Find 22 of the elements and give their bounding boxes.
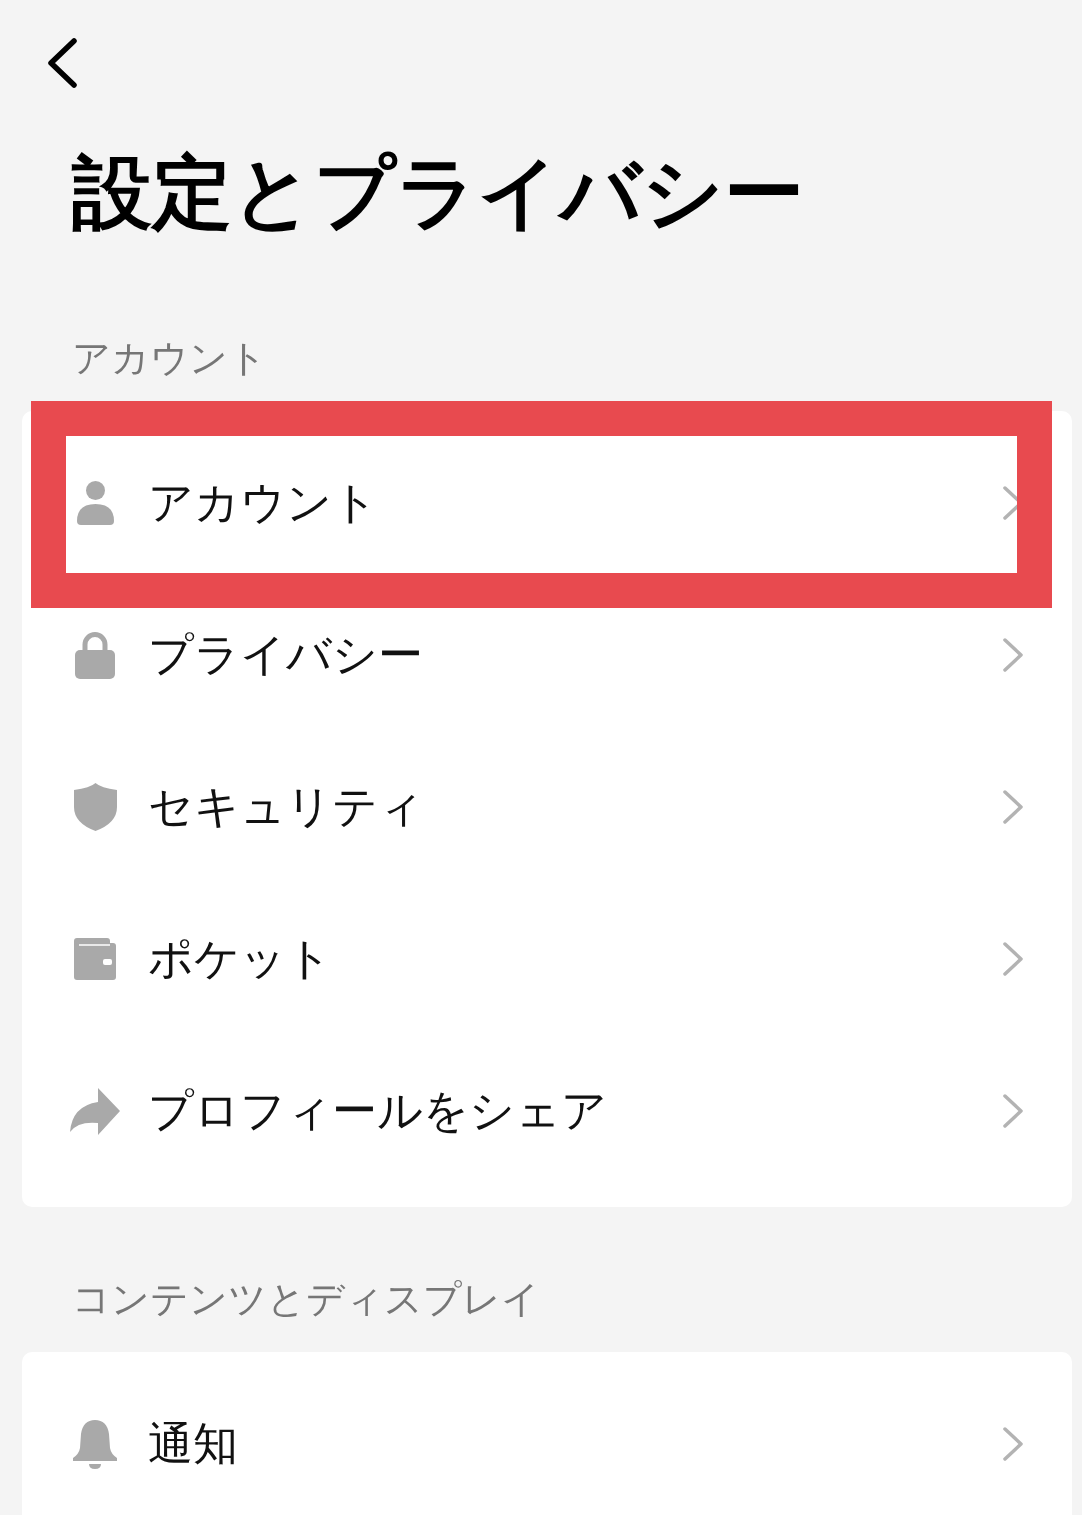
page-title: 設定とプライバシー	[72, 145, 804, 241]
menu-item[interactable]: アカウント	[22, 427, 1072, 579]
menu-item[interactable]: 通知	[22, 1368, 1072, 1515]
chevron-right-icon	[1003, 1094, 1023, 1128]
share-arrow-icon	[70, 1087, 120, 1135]
section-header: コンテンツとディスプレイ	[72, 1276, 540, 1322]
back-button[interactable]	[47, 38, 78, 88]
lock-icon	[75, 631, 115, 679]
bell-icon	[73, 1419, 117, 1469]
menu-item[interactable]: セキュリティ	[22, 731, 1072, 883]
menu-item[interactable]: プロフィールをシェア	[22, 1035, 1072, 1187]
shield-icon	[73, 783, 117, 831]
section-header: アカウント	[72, 335, 267, 381]
wallet-icon	[74, 938, 116, 980]
menu-item[interactable]: ポケット	[22, 883, 1072, 1035]
person-icon	[76, 481, 114, 525]
chevron-right-icon	[1003, 942, 1023, 976]
menu-item[interactable]: プライバシー	[22, 579, 1072, 731]
chevron-right-icon	[1003, 790, 1023, 824]
chevron-right-icon	[1003, 638, 1023, 672]
chevron-right-icon	[1003, 1427, 1023, 1461]
chevron-left-icon	[47, 38, 78, 88]
